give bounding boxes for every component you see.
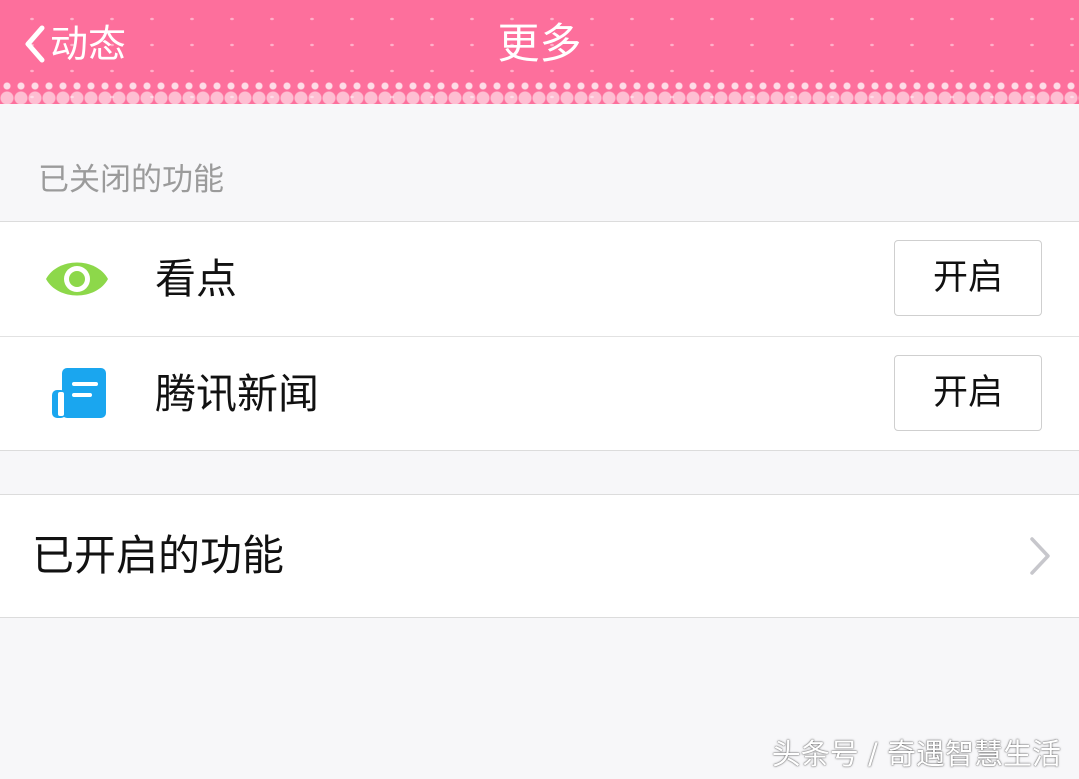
closed-features-header: 已关闭的功能 bbox=[38, 162, 224, 198]
list-item-kandian: 看点 开启 bbox=[0, 222, 1079, 336]
list-item-tencent-news: 腾讯新闻 开启 bbox=[0, 336, 1079, 450]
item-label: 腾讯新闻 bbox=[155, 370, 319, 418]
opened-features-label: 已开启的功能 bbox=[32, 531, 285, 580]
opened-features-row[interactable]: 已开启的功能 bbox=[0, 494, 1079, 618]
closed-features-list: 看点 开启 腾讯新闻 开启 bbox=[0, 221, 1079, 451]
news-icon bbox=[44, 362, 110, 426]
enable-tencent-news-button[interactable]: 开启 bbox=[894, 355, 1042, 431]
page-title: 更多 bbox=[497, 19, 582, 68]
enable-kandian-button[interactable]: 开启 bbox=[894, 240, 1042, 316]
nav-bar: 动态 更多 bbox=[0, 0, 1079, 106]
lace-border bbox=[0, 82, 1079, 106]
watermark: 头条号 / 奇遇智慧生活 bbox=[771, 737, 1061, 771]
chevron-right-icon bbox=[1027, 535, 1053, 581]
item-label: 看点 bbox=[155, 255, 237, 303]
eye-icon bbox=[44, 247, 110, 311]
